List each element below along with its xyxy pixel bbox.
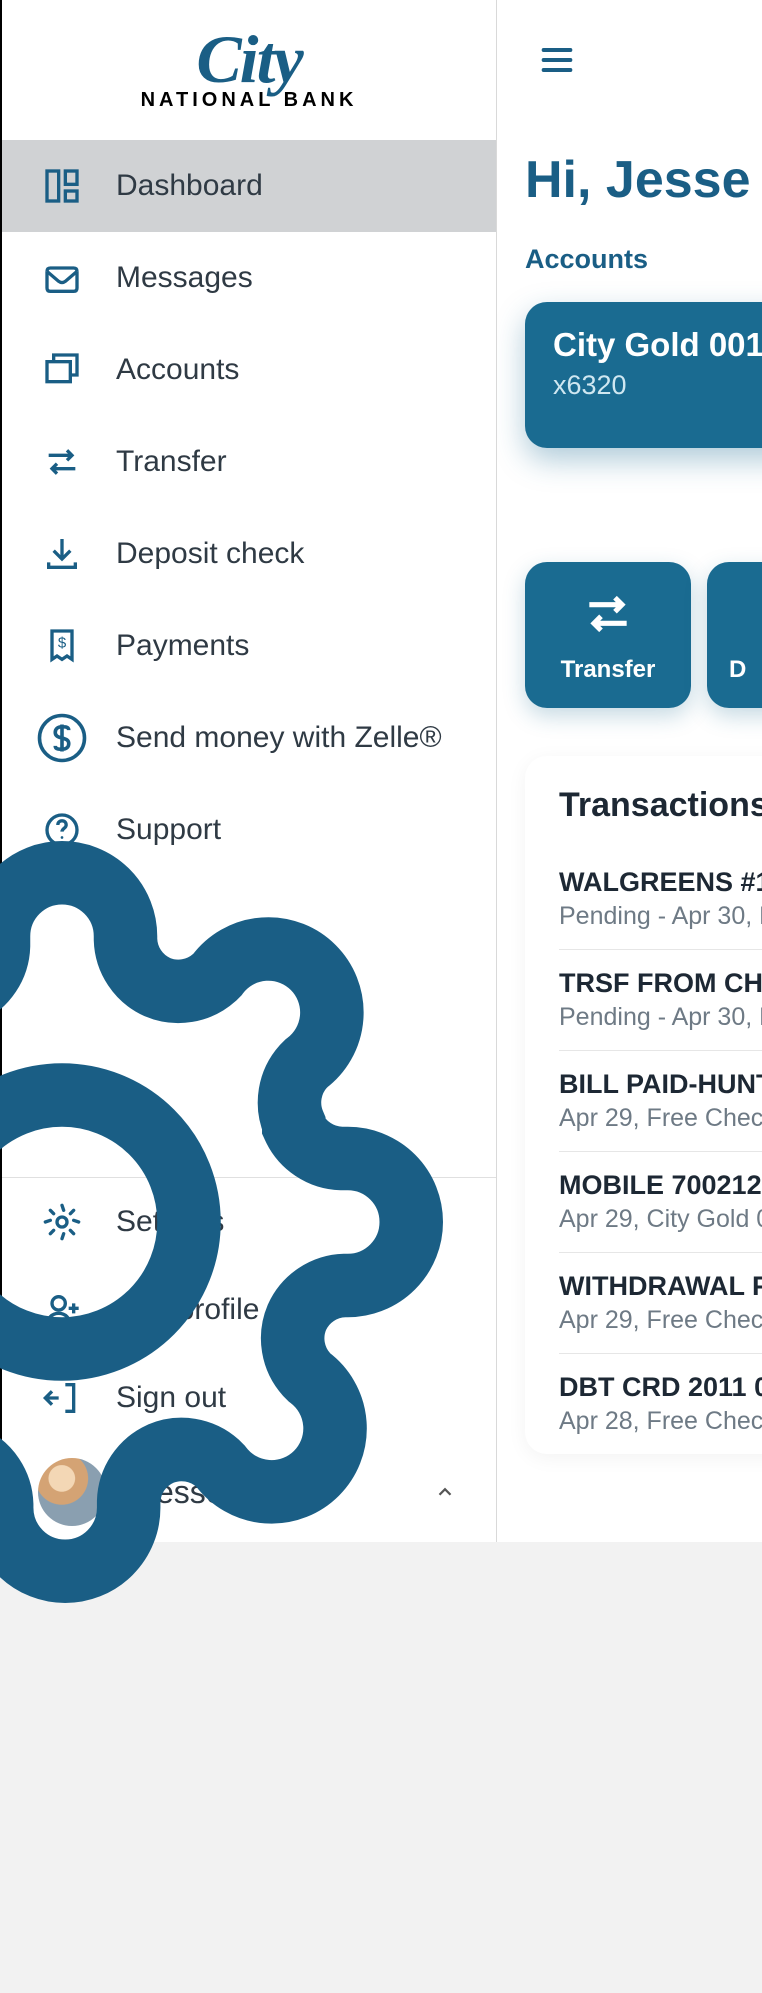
sidebar-item-accounts[interactable]: Accounts [2, 324, 496, 416]
transaction-merchant: WALGREENS #11 [559, 867, 762, 898]
sidebar: City NATIONAL BANK Dashboard Messages Ac… [0, 0, 497, 1542]
menu-button[interactable] [537, 40, 577, 80]
action-label: Transfer [561, 656, 656, 684]
action-label: D [707, 656, 746, 684]
transaction-meta: Apr 29, Free Check [559, 1306, 762, 1335]
transaction-merchant: WITHDRAWAL P [559, 1271, 762, 1302]
logo-main: City [141, 31, 358, 89]
transaction-meta: Pending - Apr 30, F [559, 1003, 762, 1032]
dashboard-icon [42, 166, 82, 206]
sidebar-item-label: Dashboard [116, 169, 263, 203]
transaction-row[interactable]: DBT CRD 2011 0 Apr 28, Free Check [559, 1354, 762, 1454]
transaction-row[interactable]: WALGREENS #11 Pending - Apr 30, F [559, 849, 762, 950]
transaction-merchant: TRSF FROM CHE [559, 968, 762, 999]
sidebar-item-label: Messages [116, 261, 253, 295]
logo: City NATIONAL BANK [2, 0, 496, 140]
nav-bottom: Settings Add profile Sign out Jesse [2, 1177, 496, 1542]
gear-icon [42, 1202, 82, 1242]
account-name: City Gold 001 [553, 326, 762, 364]
greeting: Hi, Jesse [525, 150, 751, 210]
action-transfer[interactable]: Transfer [525, 562, 691, 708]
action-deposit[interactable]: D [707, 562, 762, 708]
transaction-meta: Apr 28, Free Check [559, 1407, 762, 1436]
transfer-icon [580, 586, 636, 642]
logo-sub: NATIONAL BANK [141, 92, 358, 109]
transaction-meta: Apr 29, City Gold 0 [559, 1205, 762, 1234]
transaction-row[interactable]: BILL PAID-HUNT Apr 29, Free Check [559, 1051, 762, 1152]
account-number: x6320 [553, 370, 762, 401]
sidebar-item-settings[interactable]: Settings [2, 1178, 496, 1266]
account-card[interactable]: City Gold 001 x6320 [525, 302, 762, 448]
transaction-meta: Apr 29, Free Check [559, 1104, 762, 1133]
accounts-heading: Accounts [525, 244, 648, 275]
transaction-merchant: MOBILE 7002127 [559, 1170, 762, 1201]
transaction-merchant: BILL PAID-HUNT [559, 1069, 762, 1100]
sidebar-item-label: Accounts [116, 353, 239, 387]
accounts-icon [42, 350, 82, 390]
transaction-row[interactable]: MOBILE 7002127 Apr 29, City Gold 0 [559, 1152, 762, 1253]
main-content: Hi, Jesse Accounts City Gold 001 x6320 T… [497, 0, 762, 1542]
transaction-row[interactable]: WITHDRAWAL P Apr 29, Free Check [559, 1253, 762, 1354]
transactions-title: Transactions [559, 786, 762, 825]
sidebar-item-dashboard[interactable]: Dashboard [2, 140, 496, 232]
inbox-icon [42, 258, 82, 298]
transaction-row[interactable]: TRSF FROM CHE Pending - Apr 30, F [559, 950, 762, 1051]
sidebar-item-messages[interactable]: Messages [2, 232, 496, 324]
transaction-meta: Pending - Apr 30, F [559, 902, 762, 931]
transactions-panel: Transactions WALGREENS #11 Pending - Apr… [525, 756, 762, 1454]
transaction-merchant: DBT CRD 2011 0 [559, 1372, 762, 1403]
